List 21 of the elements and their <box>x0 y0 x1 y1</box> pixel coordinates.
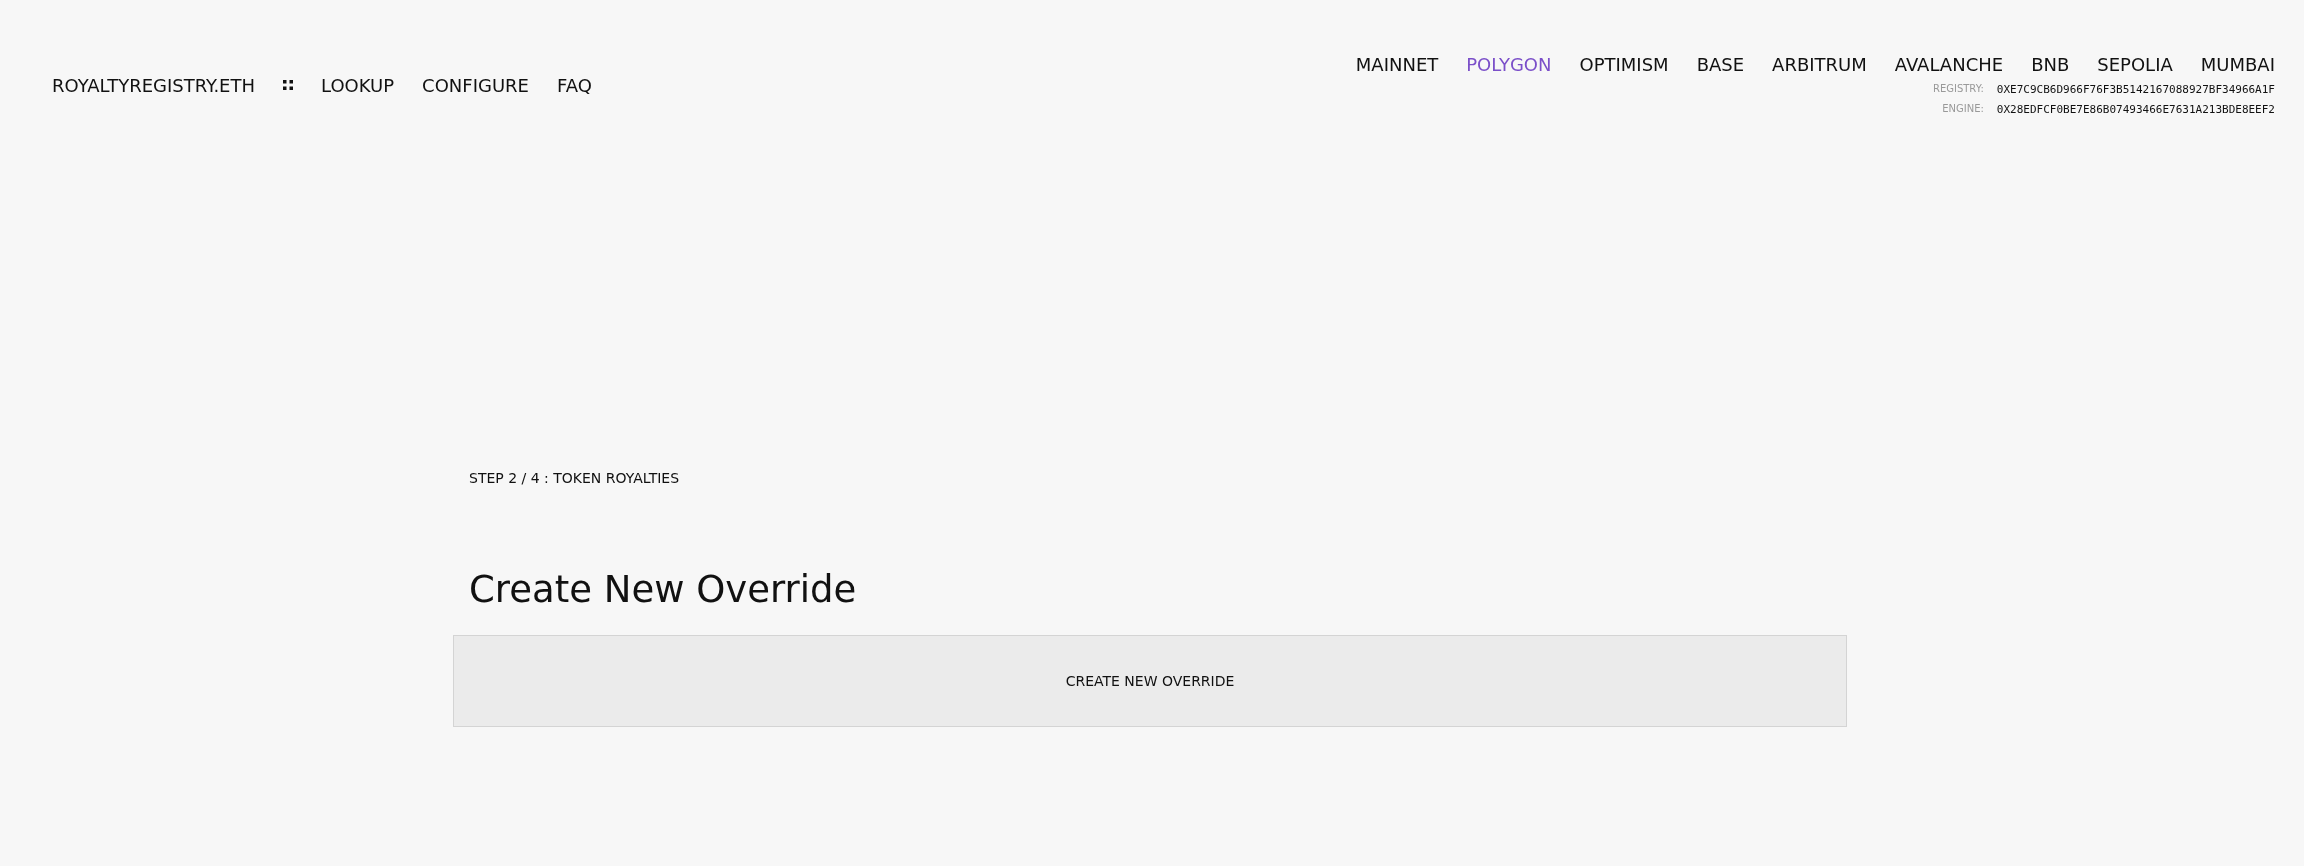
nav-link[interactable]: LOOKUP <box>321 74 395 96</box>
network-tab[interactable]: MAINNET <box>1355 54 1439 75</box>
network-tab[interactable]: POLYGON <box>1466 54 1552 75</box>
create-override-button[interactable]: CREATE NEW OVERRIDE <box>453 635 1847 727</box>
network-tab[interactable]: BASE <box>1696 54 1745 75</box>
network-tab[interactable]: SEPOLIA <box>2097 54 2173 75</box>
address-value: 0X28EDFCF0BE7E86B07493466E7631A213BDE8EEF2 <box>1996 103 2275 116</box>
page-heading: Create New Override <box>469 568 858 611</box>
network-tab[interactable]: OPTIMISM <box>1579 54 1669 75</box>
step-label: STEP 2 / 4 : TOKEN ROYALTIES <box>468 470 681 486</box>
network-tab[interactable]: MUMBAI <box>2200 54 2275 75</box>
address-label: REGISTRY: <box>1932 83 1984 96</box>
network-tab[interactable]: BNB <box>2031 54 2070 75</box>
network-tab[interactable]: AVALANCHE <box>1894 54 2004 75</box>
grid-dots-icon[interactable] <box>283 80 294 90</box>
nav-link[interactable]: CONFIGURE <box>422 74 529 96</box>
address-value: 0XE7C9CB6D966F76F3B5142167088927BF34966A1F <box>1996 83 2275 96</box>
nav-link[interactable]: FAQ <box>557 74 592 96</box>
address-label: ENGINE: <box>1942 103 1984 116</box>
network-tab[interactable]: ARBITRUM <box>1772 54 1867 75</box>
brand-link[interactable]: ROYALTYREGISTRY.ETH <box>52 74 256 96</box>
